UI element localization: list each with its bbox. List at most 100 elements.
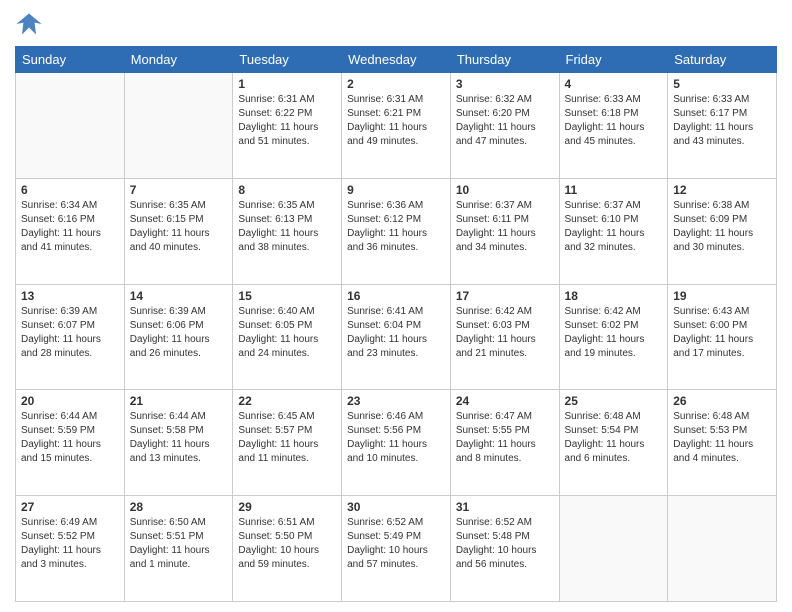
day-number: 25 [565, 394, 663, 408]
calendar-cell [559, 496, 668, 602]
calendar-cell: 4 Sunrise: 6:33 AMSunset: 6:18 PMDayligh… [559, 73, 668, 179]
day-info: Sunrise: 6:52 AMSunset: 5:49 PMDaylight:… [347, 517, 428, 570]
day-number: 30 [347, 500, 445, 514]
day-info: Sunrise: 6:32 AMSunset: 6:20 PMDaylight:… [456, 94, 536, 147]
day-number: 31 [456, 500, 554, 514]
day-info: Sunrise: 6:44 AMSunset: 5:59 PMDaylight:… [21, 411, 101, 464]
day-info: Sunrise: 6:39 AMSunset: 6:07 PMDaylight:… [21, 306, 101, 359]
day-number: 17 [456, 289, 554, 303]
page: SundayMondayTuesdayWednesdayThursdayFrid… [0, 0, 792, 612]
day-info: Sunrise: 6:48 AMSunset: 5:53 PMDaylight:… [673, 411, 753, 464]
day-number: 7 [130, 183, 228, 197]
weekday-header-tuesday: Tuesday [233, 47, 342, 73]
calendar-cell: 17 Sunrise: 6:42 AMSunset: 6:03 PMDaylig… [450, 284, 559, 390]
day-number: 18 [565, 289, 663, 303]
day-info: Sunrise: 6:42 AMSunset: 6:02 PMDaylight:… [565, 306, 645, 359]
weekday-header-wednesday: Wednesday [342, 47, 451, 73]
calendar-cell: 27 Sunrise: 6:49 AMSunset: 5:52 PMDaylig… [16, 496, 125, 602]
weekday-header-friday: Friday [559, 47, 668, 73]
day-number: 22 [238, 394, 336, 408]
calendar-cell: 10 Sunrise: 6:37 AMSunset: 6:11 PMDaylig… [450, 178, 559, 284]
day-info: Sunrise: 6:50 AMSunset: 5:51 PMDaylight:… [130, 517, 210, 570]
day-number: 11 [565, 183, 663, 197]
day-info: Sunrise: 6:37 AMSunset: 6:11 PMDaylight:… [456, 200, 536, 253]
day-number: 14 [130, 289, 228, 303]
calendar-cell: 24 Sunrise: 6:47 AMSunset: 5:55 PMDaylig… [450, 390, 559, 496]
calendar-cell: 20 Sunrise: 6:44 AMSunset: 5:59 PMDaylig… [16, 390, 125, 496]
day-number: 15 [238, 289, 336, 303]
weekday-header-monday: Monday [124, 47, 233, 73]
calendar-cell: 9 Sunrise: 6:36 AMSunset: 6:12 PMDayligh… [342, 178, 451, 284]
day-info: Sunrise: 6:51 AMSunset: 5:50 PMDaylight:… [238, 517, 319, 570]
day-info: Sunrise: 6:36 AMSunset: 6:12 PMDaylight:… [347, 200, 427, 253]
calendar-table: SundayMondayTuesdayWednesdayThursdayFrid… [15, 46, 777, 602]
calendar-cell: 30 Sunrise: 6:52 AMSunset: 5:49 PMDaylig… [342, 496, 451, 602]
day-info: Sunrise: 6:33 AMSunset: 6:17 PMDaylight:… [673, 94, 753, 147]
day-number: 1 [238, 77, 336, 91]
calendar-cell: 28 Sunrise: 6:50 AMSunset: 5:51 PMDaylig… [124, 496, 233, 602]
day-number: 8 [238, 183, 336, 197]
calendar-week-row: 20 Sunrise: 6:44 AMSunset: 5:59 PMDaylig… [16, 390, 777, 496]
calendar-cell: 21 Sunrise: 6:44 AMSunset: 5:58 PMDaylig… [124, 390, 233, 496]
calendar-cell: 5 Sunrise: 6:33 AMSunset: 6:17 PMDayligh… [668, 73, 777, 179]
calendar-cell: 19 Sunrise: 6:43 AMSunset: 6:00 PMDaylig… [668, 284, 777, 390]
day-info: Sunrise: 6:31 AMSunset: 6:22 PMDaylight:… [238, 94, 318, 147]
day-info: Sunrise: 6:39 AMSunset: 6:06 PMDaylight:… [130, 306, 210, 359]
day-number: 27 [21, 500, 119, 514]
day-info: Sunrise: 6:34 AMSunset: 6:16 PMDaylight:… [21, 200, 101, 253]
weekday-header-row: SundayMondayTuesdayWednesdayThursdayFrid… [16, 47, 777, 73]
calendar-cell: 23 Sunrise: 6:46 AMSunset: 5:56 PMDaylig… [342, 390, 451, 496]
day-info: Sunrise: 6:49 AMSunset: 5:52 PMDaylight:… [21, 517, 101, 570]
day-info: Sunrise: 6:37 AMSunset: 6:10 PMDaylight:… [565, 200, 645, 253]
calendar-cell: 7 Sunrise: 6:35 AMSunset: 6:15 PMDayligh… [124, 178, 233, 284]
day-info: Sunrise: 6:40 AMSunset: 6:05 PMDaylight:… [238, 306, 318, 359]
day-number: 10 [456, 183, 554, 197]
day-number: 6 [21, 183, 119, 197]
day-number: 5 [673, 77, 771, 91]
calendar-cell: 3 Sunrise: 6:32 AMSunset: 6:20 PMDayligh… [450, 73, 559, 179]
calendar-week-row: 27 Sunrise: 6:49 AMSunset: 5:52 PMDaylig… [16, 496, 777, 602]
weekday-header-saturday: Saturday [668, 47, 777, 73]
day-number: 4 [565, 77, 663, 91]
day-info: Sunrise: 6:52 AMSunset: 5:48 PMDaylight:… [456, 517, 537, 570]
calendar-cell: 14 Sunrise: 6:39 AMSunset: 6:06 PMDaylig… [124, 284, 233, 390]
calendar-cell [16, 73, 125, 179]
day-info: Sunrise: 6:35 AMSunset: 6:13 PMDaylight:… [238, 200, 318, 253]
day-number: 23 [347, 394, 445, 408]
logo [15, 10, 47, 38]
day-number: 20 [21, 394, 119, 408]
calendar-cell: 6 Sunrise: 6:34 AMSunset: 6:16 PMDayligh… [16, 178, 125, 284]
calendar-cell: 2 Sunrise: 6:31 AMSunset: 6:21 PMDayligh… [342, 73, 451, 179]
calendar-week-row: 6 Sunrise: 6:34 AMSunset: 6:16 PMDayligh… [16, 178, 777, 284]
calendar-cell [668, 496, 777, 602]
day-info: Sunrise: 6:38 AMSunset: 6:09 PMDaylight:… [673, 200, 753, 253]
weekday-header-thursday: Thursday [450, 47, 559, 73]
calendar-week-row: 1 Sunrise: 6:31 AMSunset: 6:22 PMDayligh… [16, 73, 777, 179]
day-info: Sunrise: 6:42 AMSunset: 6:03 PMDaylight:… [456, 306, 536, 359]
calendar-cell: 29 Sunrise: 6:51 AMSunset: 5:50 PMDaylig… [233, 496, 342, 602]
day-info: Sunrise: 6:33 AMSunset: 6:18 PMDaylight:… [565, 94, 645, 147]
day-number: 26 [673, 394, 771, 408]
day-number: 19 [673, 289, 771, 303]
day-info: Sunrise: 6:41 AMSunset: 6:04 PMDaylight:… [347, 306, 427, 359]
calendar-cell: 26 Sunrise: 6:48 AMSunset: 5:53 PMDaylig… [668, 390, 777, 496]
day-number: 12 [673, 183, 771, 197]
day-info: Sunrise: 6:44 AMSunset: 5:58 PMDaylight:… [130, 411, 210, 464]
calendar-cell: 8 Sunrise: 6:35 AMSunset: 6:13 PMDayligh… [233, 178, 342, 284]
calendar-cell [124, 73, 233, 179]
day-number: 16 [347, 289, 445, 303]
calendar-cell: 22 Sunrise: 6:45 AMSunset: 5:57 PMDaylig… [233, 390, 342, 496]
day-info: Sunrise: 6:46 AMSunset: 5:56 PMDaylight:… [347, 411, 427, 464]
logo-bird-icon [15, 10, 43, 38]
day-info: Sunrise: 6:31 AMSunset: 6:21 PMDaylight:… [347, 94, 427, 147]
day-number: 29 [238, 500, 336, 514]
calendar-cell: 31 Sunrise: 6:52 AMSunset: 5:48 PMDaylig… [450, 496, 559, 602]
day-number: 3 [456, 77, 554, 91]
day-info: Sunrise: 6:35 AMSunset: 6:15 PMDaylight:… [130, 200, 210, 253]
calendar-week-row: 13 Sunrise: 6:39 AMSunset: 6:07 PMDaylig… [16, 284, 777, 390]
day-info: Sunrise: 6:45 AMSunset: 5:57 PMDaylight:… [238, 411, 318, 464]
calendar-cell: 11 Sunrise: 6:37 AMSunset: 6:10 PMDaylig… [559, 178, 668, 284]
day-info: Sunrise: 6:48 AMSunset: 5:54 PMDaylight:… [565, 411, 645, 464]
day-number: 9 [347, 183, 445, 197]
day-number: 2 [347, 77, 445, 91]
